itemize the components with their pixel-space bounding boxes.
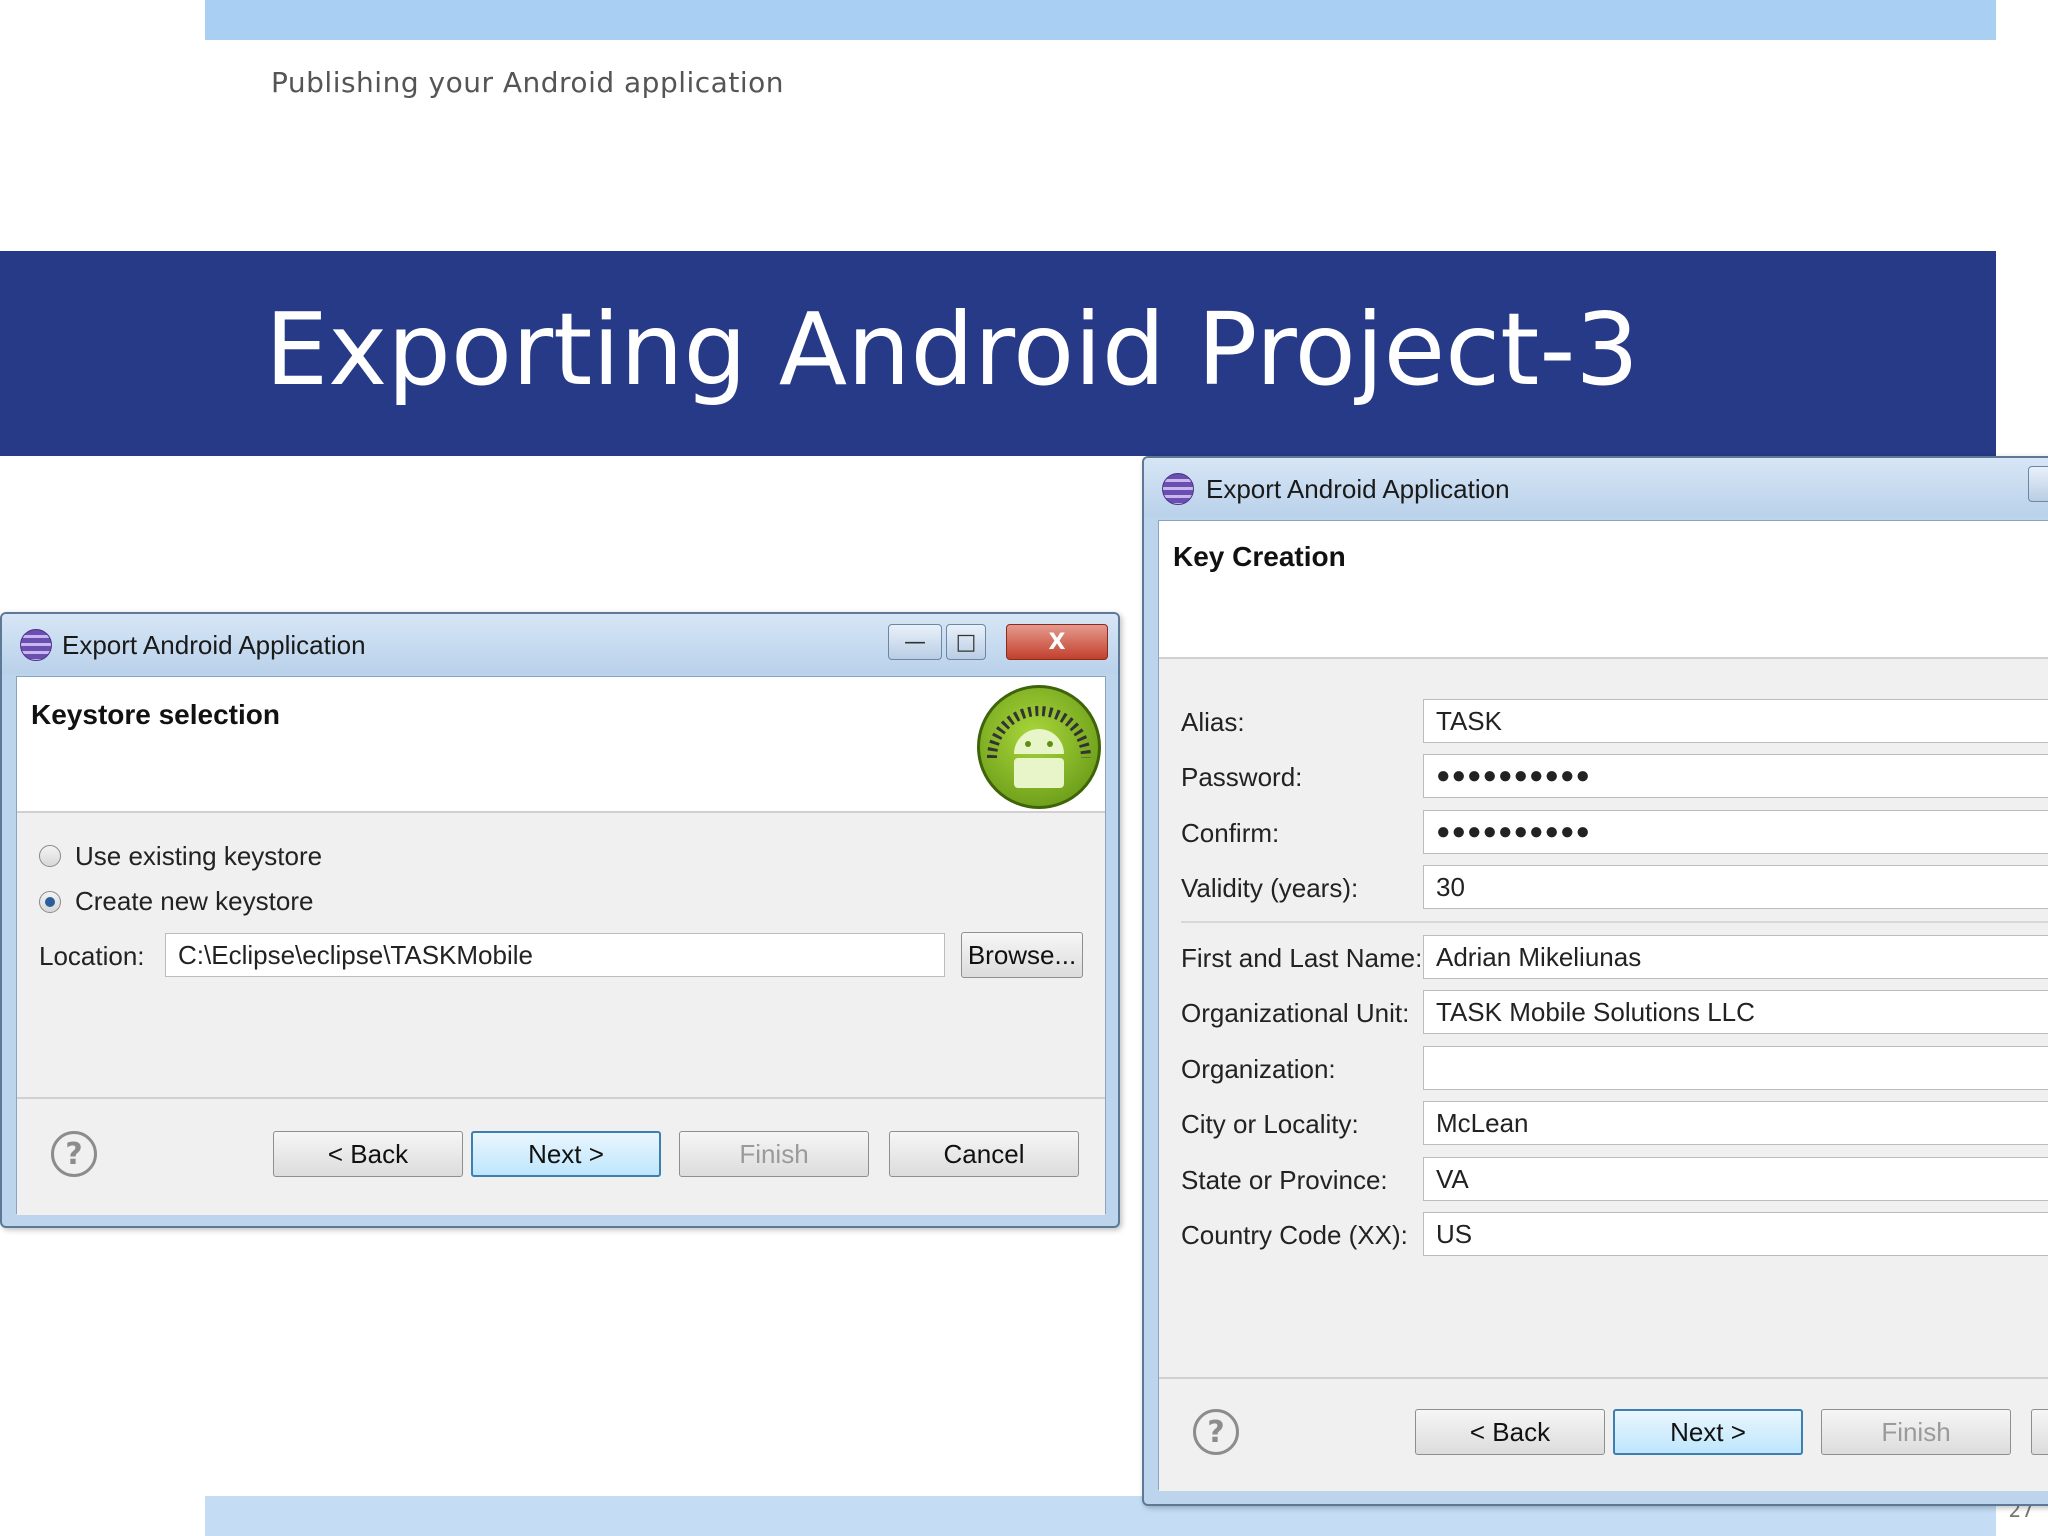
state-input[interactable]: VA <box>1423 1157 2048 1201</box>
dialog-titlebar[interactable]: Export Android Application <box>1144 458 2048 518</box>
city-label: City or Locality: <box>1181 1109 1359 1139</box>
alias-input[interactable]: TASK <box>1423 699 2048 743</box>
android-logo-icon <box>977 685 1101 809</box>
location-input[interactable]: C:\Eclipse\eclipse\TASKMobile <box>165 933 945 977</box>
use-existing-keystore-label[interactable]: Use existing keystore <box>75 841 322 872</box>
keystore-selection-dialog: Export Android Application — □ X Keystor… <box>0 612 1120 1228</box>
create-new-keystore-label[interactable]: Create new keystore <box>75 886 313 917</box>
finish-button[interactable]: Finish <box>1821 1409 2011 1455</box>
password-input[interactable]: ●●●●●●●●●● <box>1423 754 2048 798</box>
maximize-button[interactable]: □ <box>946 624 986 660</box>
next-button[interactable]: Next > <box>471 1131 661 1177</box>
back-button[interactable]: < Back <box>1415 1409 1605 1455</box>
slide-subtitle: Publishing your Android application <box>271 66 784 99</box>
alias-label: Alias: <box>1181 707 1245 737</box>
password-label: Password: <box>1181 762 1303 792</box>
state-label: State or Province: <box>1181 1165 1388 1195</box>
key-creation-dialog: Export Android Application Key Creation … <box>1142 456 2048 1506</box>
org-unit-input[interactable]: TASK Mobile Solutions LLC <box>1423 990 2048 1034</box>
country-code-label: Country Code (XX): <box>1181 1220 1408 1250</box>
help-icon[interactable]: ? <box>51 1131 97 1177</box>
wizard-header: Keystore selection <box>17 677 1105 813</box>
cancel-button[interactable]: Cancel <box>889 1131 1079 1177</box>
name-label: First and Last Name: <box>1181 943 1423 973</box>
wizard-footer: ? < Back Next > Finish <box>1159 1377 2048 1491</box>
wizard-footer: ? < Back Next > Finish Cancel <box>17 1097 1105 1215</box>
help-icon[interactable]: ? <box>1193 1409 1239 1455</box>
dialog-client-area: Keystore selection Use existing keystore… <box>16 676 1106 1215</box>
org-unit-label: Organizational Unit: <box>1181 998 1410 1028</box>
dialog-titlebar[interactable]: Export Android Application — □ X <box>2 614 1118 674</box>
key-fields-panel: Alias: TASK Password: ●●●●●●●●●● Confirm… <box>1159 659 2048 1377</box>
validity-input[interactable]: 30 <box>1423 865 2048 909</box>
top-accent-bar <box>205 0 1996 40</box>
confirm-label: Confirm: <box>1181 818 1280 848</box>
close-button[interactable]: X <box>1006 624 1108 660</box>
country-code-input[interactable]: US <box>1423 1212 2048 1256</box>
confirm-password-input[interactable]: ●●●●●●●●●● <box>1423 810 2048 854</box>
header-title: Key Creation <box>1173 541 1346 572</box>
create-new-keystore-radio[interactable] <box>39 891 61 913</box>
city-input[interactable]: McLean <box>1423 1101 2048 1145</box>
organization-label: Organization: <box>1181 1054 1336 1084</box>
browse-button[interactable]: Browse... <box>961 932 1083 978</box>
validity-label: Validity (years): <box>1181 873 1359 903</box>
name-input[interactable]: Adrian Mikeliunas <box>1423 935 2048 979</box>
back-button[interactable]: < Back <box>273 1131 463 1177</box>
window-title: Export Android Application <box>1206 474 1510 504</box>
wizard-header: Key Creation <box>1159 521 2048 659</box>
options-panel: Use existing keystore Create new keystor… <box>17 813 1105 1097</box>
fields-separator <box>1181 921 2048 923</box>
finish-button[interactable]: Finish <box>679 1131 869 1177</box>
organization-input[interactable] <box>1423 1046 2048 1090</box>
use-existing-keystore-radio[interactable] <box>39 845 61 867</box>
eclipse-icon <box>1162 473 1194 505</box>
minimize-button[interactable]: — <box>888 624 942 660</box>
cancel-button[interactable] <box>2031 1409 2048 1455</box>
location-label: Location: <box>39 941 145 971</box>
next-button[interactable]: Next > <box>1613 1409 1803 1455</box>
header-title: Keystore selection <box>31 699 280 730</box>
minimize-button[interactable] <box>2028 466 2048 502</box>
window-title: Export Android Application <box>62 630 366 660</box>
eclipse-icon <box>20 629 52 661</box>
dialog-client-area: Key Creation Alias: TASK Password: ●●●●●… <box>1158 520 2048 1491</box>
slide-title: Exporting Android Project-3 <box>265 291 1640 408</box>
